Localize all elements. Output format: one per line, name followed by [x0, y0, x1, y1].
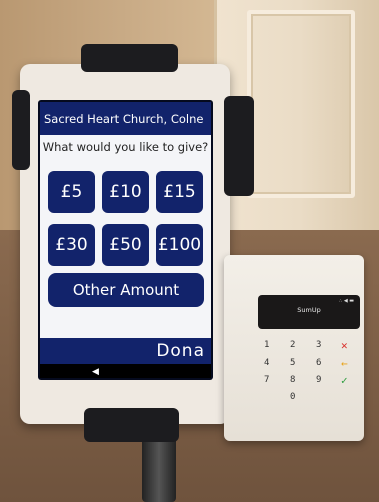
key-3[interactable]: 3 [316, 340, 321, 350]
amount-button-30[interactable]: £30 [48, 224, 95, 266]
confirm-key[interactable]: ✓ [341, 374, 348, 387]
amount-button-10[interactable]: £10 [102, 171, 149, 213]
key-4[interactable]: 4 [264, 358, 269, 368]
key-2[interactable]: 2 [290, 340, 295, 350]
tablet-screen: Sacred Heart Church, Colne What would yo… [38, 100, 213, 380]
app-header: Sacred Heart Church, Colne [40, 102, 211, 135]
key-5[interactable]: 5 [290, 358, 295, 368]
amount-button-5[interactable]: £5 [48, 171, 95, 213]
reader-display: ∴ ◀ ▬ SumUp [258, 295, 360, 329]
clear-key[interactable]: ← [341, 357, 348, 370]
right-clamp [224, 96, 254, 196]
key-7[interactable]: 7 [264, 375, 269, 385]
key-9[interactable]: 9 [316, 375, 321, 385]
key-0[interactable]: 0 [290, 392, 295, 402]
give-prompt: What would you like to give? [42, 140, 209, 154]
bottom-clamp [84, 408, 179, 442]
reader-status-icons: ∴ ◀ ▬ [339, 298, 354, 304]
key-6[interactable]: 6 [316, 358, 321, 368]
dona-logo: Dona [156, 341, 205, 361]
android-nav-bar: ◀ [40, 364, 211, 378]
amount-button-100[interactable]: £100 [156, 224, 203, 266]
top-clamp [81, 44, 178, 72]
other-amount-button[interactable]: Other Amount [48, 273, 204, 307]
key-1[interactable]: 1 [264, 340, 269, 350]
amount-button-50[interactable]: £50 [102, 224, 149, 266]
back-icon[interactable]: ◀ [92, 367, 99, 377]
donation-app: Sacred Heart Church, Colne What would yo… [40, 102, 211, 378]
amount-button-15[interactable]: £15 [156, 171, 203, 213]
reader-display-text: SumUp [297, 306, 321, 314]
cancel-key[interactable]: ✕ [341, 339, 348, 352]
key-8[interactable]: 8 [290, 375, 295, 385]
left-clamp [12, 90, 30, 170]
church-name: Sacred Heart Church, Colne [44, 111, 204, 126]
